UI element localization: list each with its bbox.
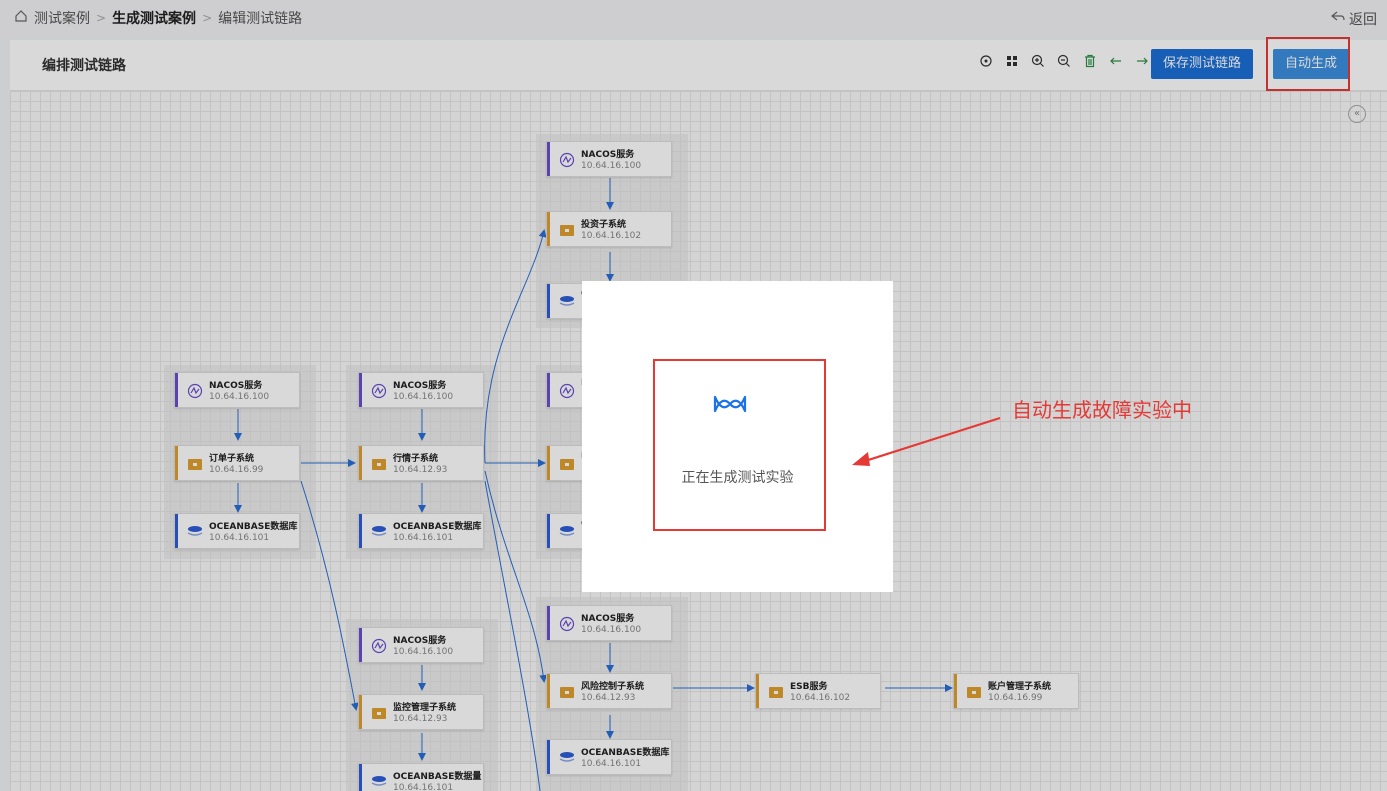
highlight-box bbox=[653, 359, 826, 531]
loading-logo-icon bbox=[713, 395, 747, 413]
loading-modal: 正在生成测试实验 bbox=[582, 281, 893, 592]
annotation-text: 自动生成故障实验中 bbox=[1012, 398, 1192, 422]
loading-text: 正在生成测试实验 bbox=[681, 470, 794, 486]
